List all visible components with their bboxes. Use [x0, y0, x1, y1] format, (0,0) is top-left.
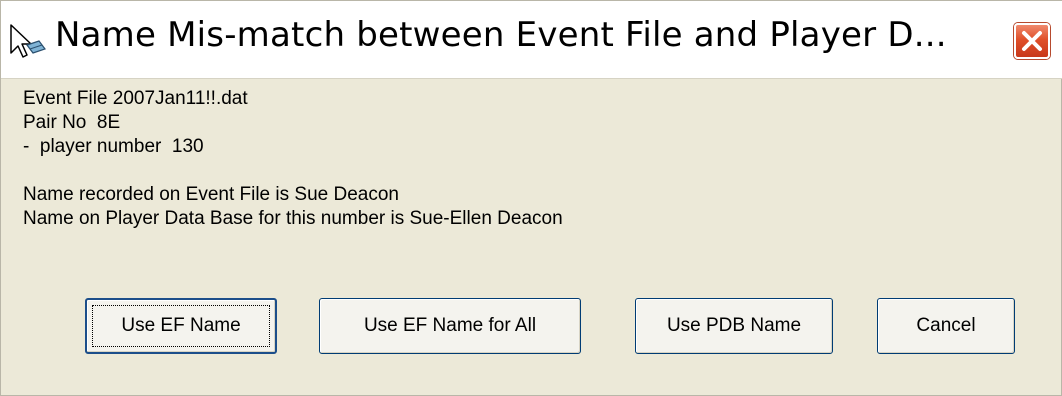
- cancel-label: Cancel: [916, 315, 976, 336]
- message-body: Event File 2007Jan11!!.dat Pair No 8E - …: [23, 87, 563, 231]
- focus-rectangle: [92, 305, 270, 347]
- event-file-text: Event File 2007Jan11!!.dat: [23, 88, 248, 109]
- dialog-window: Name Mis-match between Event File and Pl…: [0, 0, 1062, 396]
- dialog-title: Name Mis-match between Event File and Pl…: [55, 15, 947, 55]
- app-icon: [9, 23, 49, 63]
- ef-name-text: Name recorded on Event File is Sue Deaco…: [23, 184, 399, 205]
- cancel-button[interactable]: Cancel: [877, 298, 1015, 354]
- pair-number-text: Pair No 8E: [23, 112, 121, 133]
- use-pdb-name-label: Use PDB Name: [666, 315, 802, 336]
- player-number-text: - player number 130: [23, 136, 204, 157]
- use-ef-name-for-all-button[interactable]: Use EF Name for All: [319, 298, 581, 354]
- close-icon: [1022, 31, 1042, 51]
- pdb-name-text: Name on Player Data Base for this number…: [23, 208, 563, 229]
- use-ef-name-button[interactable]: Use EF Name: [85, 298, 277, 354]
- use-pdb-name-button[interactable]: Use PDB Name: [635, 298, 833, 354]
- close-button[interactable]: [1014, 23, 1050, 59]
- use-ef-name-for-all-label: Use EF Name for All: [363, 315, 537, 336]
- title-bar[interactable]: Name Mis-match between Event File and Pl…: [1, 1, 1062, 79]
